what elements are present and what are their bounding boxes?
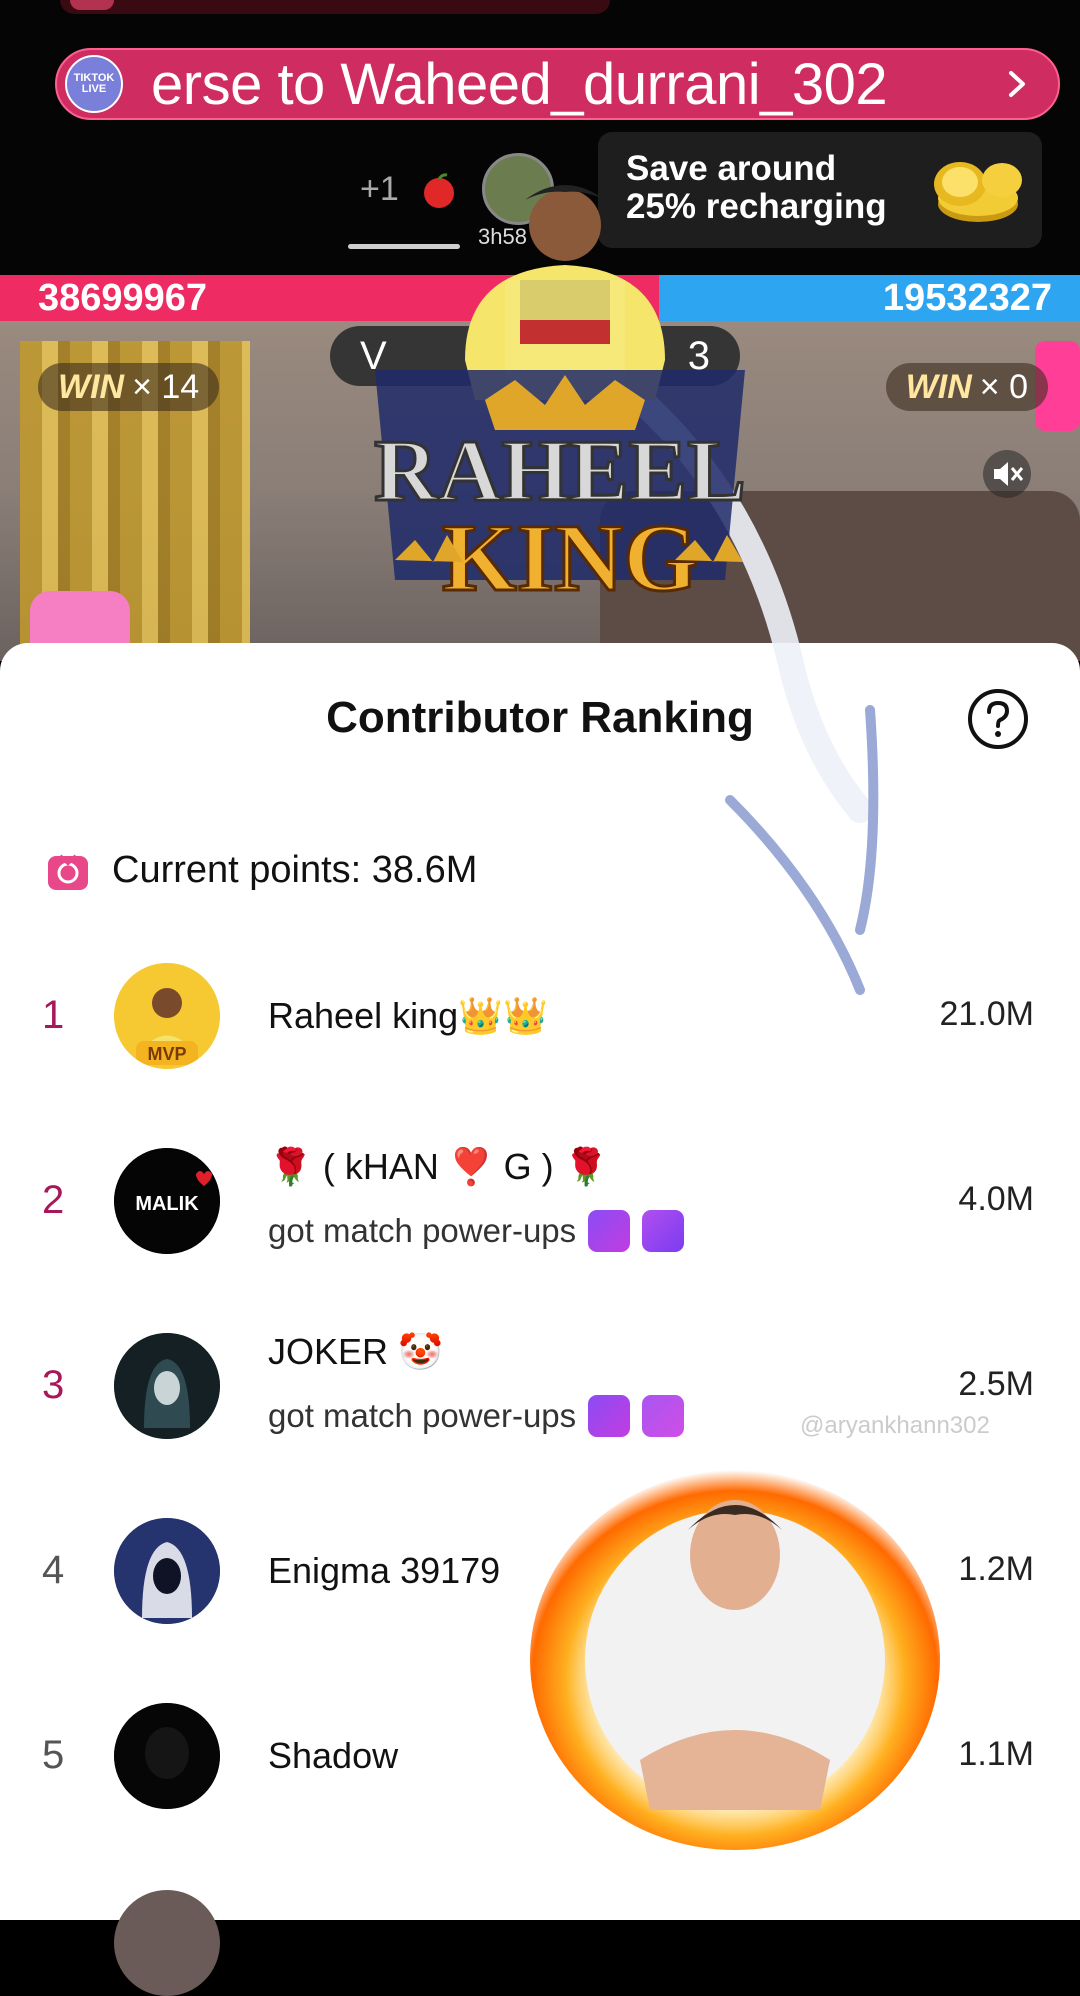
rank-number: 5: [42, 1733, 65, 1777]
avatar[interactable]: MALIK: [114, 1148, 220, 1254]
gold-coins-icon: [934, 162, 1022, 222]
user-photo-icon: MVP: [114, 963, 220, 1069]
left-team-score: 38699967: [38, 277, 208, 319]
user-name: Shadow: [268, 1735, 399, 1776]
avatar[interactable]: [114, 1703, 220, 1809]
power-ups-text: got match power-ups: [268, 1397, 577, 1434]
user-score: 21.0M: [939, 995, 1035, 1033]
right-team-score: 19532327: [882, 277, 1052, 319]
user-score: 4.0M: [958, 1180, 1034, 1218]
user-name: Raheel king👑👑: [268, 995, 548, 1036]
right-win-streak: WIN × 0: [885, 363, 1048, 411]
mute-icon[interactable]: [982, 449, 1032, 499]
ranking-row[interactable]: 3 JOKER 🤡 got match power-ups 2.5M: [0, 1313, 1080, 1463]
hooded-avatar-icon: [114, 1333, 220, 1439]
raheel-king-sticker: RAHEEL KING: [373, 185, 747, 613]
left-win-count: × 14: [132, 367, 200, 406]
power-up-icon: [642, 1210, 685, 1252]
avatar-text: MALIK: [135, 1193, 199, 1215]
chevron-right-icon[interactable]: [1002, 69, 1032, 99]
power-ups-text: got match power-ups: [268, 1212, 577, 1249]
top-badge: [70, 0, 114, 10]
ranking-row[interactable]: 2 MALIK 🌹 ( kHAN ❣️ G ) 🌹 got match powe…: [0, 1128, 1080, 1278]
watermark: @aryankhann302: [800, 1412, 990, 1439]
sticker-line2: KING: [442, 504, 698, 611]
rank-number: 2: [42, 1178, 65, 1222]
current-points-text: Current points: 38.6M: [112, 848, 478, 891]
banner-text: erse to Waheed_durrani_302: [151, 51, 888, 117]
user-score: 1.1M: [958, 1735, 1034, 1773]
masked-avatar-icon: [114, 1518, 220, 1624]
rank-number: 3: [42, 1363, 65, 1407]
rank-number: 4: [42, 1548, 65, 1592]
avatar[interactable]: [114, 1518, 220, 1624]
user-subtitle: got match power-ups: [268, 1210, 685, 1252]
left-win-label: WIN: [58, 367, 125, 406]
power-up-icon: [588, 1395, 631, 1437]
user-name: JOKER 🤡: [268, 1331, 443, 1372]
dark-avatar-icon: [114, 1703, 220, 1809]
user-name: 🌹 ( kHAN ❣️ G ) 🌹: [268, 1146, 609, 1187]
left-win-streak: WIN × 14: [38, 363, 220, 411]
mvp-badge: MVP: [147, 1044, 186, 1064]
power-up-icon: [642, 1395, 685, 1437]
power-up-icon: [588, 1210, 631, 1252]
tiktok-live-logo: TIKTOK LIVE: [65, 55, 123, 113]
user-subtitle: got match power-ups: [268, 1395, 685, 1437]
gift-points-icon: [48, 854, 88, 890]
player-sticker: [530, 1470, 940, 1850]
user-name: Enigma 39179: [268, 1550, 501, 1591]
ranking-row[interactable]: 1 MVP Raheel king👑👑 21.0M: [0, 943, 1080, 1093]
announcement-banner[interactable]: TIKTOK LIVE erse to Waheed_durrani_302: [55, 48, 1060, 120]
right-win-count: × 0: [979, 367, 1028, 406]
current-points: Current points: 38.6M: [46, 848, 477, 892]
user-score: 2.5M: [958, 1365, 1034, 1403]
avatar[interactable]: [114, 1890, 220, 1996]
malik-avatar-icon: MALIK: [114, 1148, 220, 1254]
right-win-label: WIN: [905, 367, 972, 406]
help-icon[interactable]: [966, 687, 1030, 751]
user-score: 1.2M: [958, 1550, 1034, 1588]
avatar[interactable]: MVP: [114, 963, 220, 1069]
top-bar-sliver: [60, 0, 610, 14]
rank-number: 1: [42, 993, 65, 1037]
avatar[interactable]: [114, 1333, 220, 1439]
